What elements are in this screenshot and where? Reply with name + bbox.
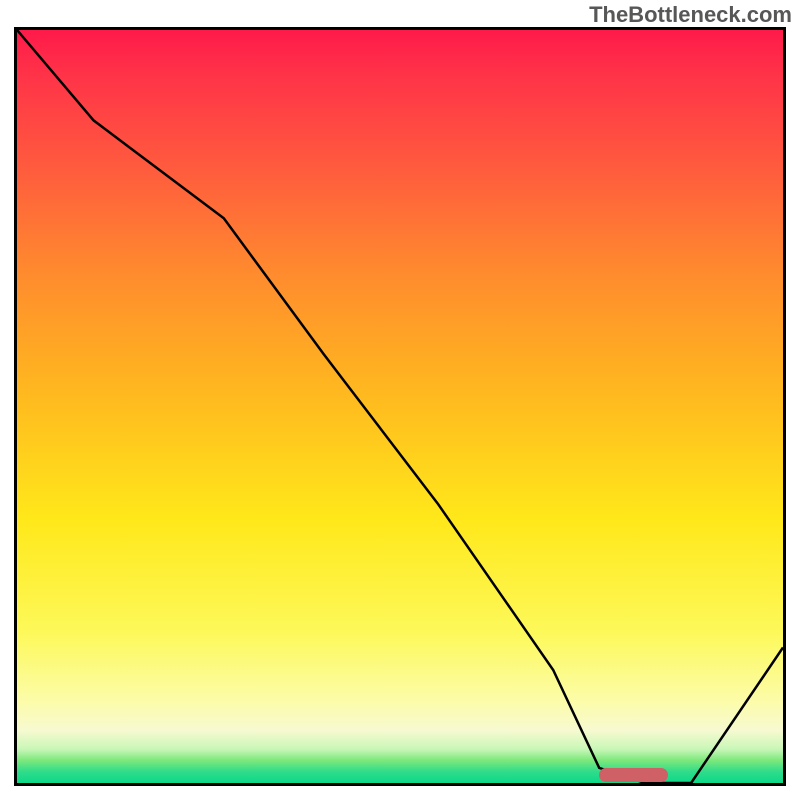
chart-area — [14, 27, 786, 786]
watermark-text: TheBottleneck.com — [589, 2, 792, 28]
optimal-marker — [599, 768, 668, 782]
bottleneck-curve — [17, 30, 783, 783]
